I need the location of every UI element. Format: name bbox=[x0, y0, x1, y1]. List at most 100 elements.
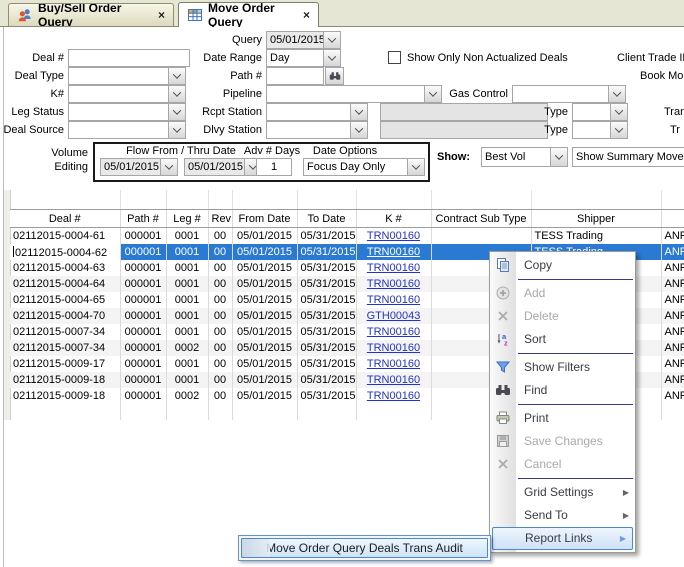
column-header-shipper[interactable]: Shipper bbox=[531, 210, 661, 228]
pipeline-label: Pipeline bbox=[180, 85, 262, 103]
contract-link[interactable]: TRN00160 bbox=[367, 262, 420, 274]
show-summary-move-button[interactable]: Show Summary Move bbox=[572, 147, 684, 167]
menu-item-add: Add bbox=[490, 282, 635, 305]
text-caret bbox=[13, 246, 14, 257]
column-header-path[interactable]: Path # bbox=[120, 210, 166, 228]
submenu-arrow-icon: ▶ bbox=[623, 504, 629, 527]
menu-item-find[interactable]: Find bbox=[490, 379, 635, 402]
gas-control-combo[interactable] bbox=[512, 85, 626, 103]
menu-item-delete: Delete bbox=[490, 305, 635, 328]
query-date-combo[interactable]: 05/01/2015 bbox=[266, 31, 341, 49]
show-mode-combo[interactable]: Best Vol bbox=[481, 147, 568, 167]
chevron-down-icon[interactable] bbox=[350, 122, 367, 138]
date-range-combo[interactable]: Day bbox=[266, 49, 341, 67]
dlvy-station-combo[interactable] bbox=[266, 121, 368, 139]
show-only-non-actualized-checkbox[interactable] bbox=[388, 51, 401, 64]
column-header-contract-sub-type[interactable]: Contract Sub Type bbox=[431, 210, 531, 228]
leg-status-label: Leg Status bbox=[0, 103, 64, 121]
adv-days-input[interactable] bbox=[256, 158, 292, 176]
chevron-down-icon[interactable] bbox=[160, 159, 177, 175]
column-header-rev[interactable]: Rev bbox=[208, 210, 232, 228]
tab-buy-sell-order-query[interactable]: Buy/Sell Order Query × bbox=[8, 3, 174, 26]
tab-strip-border bbox=[0, 26, 684, 27]
column-header-deal[interactable]: Deal # bbox=[10, 210, 120, 228]
chevron-down-icon[interactable] bbox=[424, 86, 441, 102]
chevron-down-icon[interactable] bbox=[608, 86, 625, 102]
transport-label: Tran bbox=[664, 103, 684, 121]
dlvy-type-label: Type bbox=[540, 121, 568, 139]
contract-link[interactable]: TRN00160 bbox=[367, 358, 420, 370]
flow-from-thru-date-label: Flow From / Thru Date bbox=[100, 145, 262, 157]
cancel-icon bbox=[495, 456, 511, 472]
rcpt-type-combo[interactable] bbox=[572, 103, 628, 121]
sort-az-icon: a z bbox=[495, 331, 511, 347]
dlvy-type-combo[interactable] bbox=[572, 121, 628, 139]
contract-link[interactable]: TRN00160 bbox=[367, 278, 420, 290]
contract-link[interactable]: TRN00160 bbox=[367, 294, 420, 306]
menu-item-save-changes: Save Changes bbox=[490, 430, 635, 453]
dlvy-station-name-field bbox=[380, 121, 548, 139]
chevron-down-icon[interactable] bbox=[350, 104, 367, 120]
deal-source-label: Deal Source bbox=[0, 121, 64, 139]
close-icon[interactable]: × bbox=[303, 8, 310, 22]
contract-link[interactable]: TRN00160 bbox=[367, 342, 420, 354]
printer-icon bbox=[495, 410, 511, 426]
contract-link[interactable]: TRN00160 bbox=[367, 246, 420, 258]
book-move-label: Book Mo bbox=[640, 67, 683, 85]
contract-link[interactable]: GTH00043 bbox=[367, 310, 421, 322]
menu-item-report-links[interactable]: Report Links ▶ bbox=[492, 527, 633, 550]
menu-item-copy[interactable]: Copy bbox=[490, 254, 635, 277]
column-header-leg[interactable]: Leg # bbox=[166, 210, 208, 228]
menu-item-grid-settings[interactable]: Grid Settings ▶ bbox=[490, 481, 635, 504]
menu-separator bbox=[518, 404, 633, 405]
deal-type-combo[interactable] bbox=[68, 67, 186, 85]
move-order-query-window: Buy/Sell Order Query × Move Order Query … bbox=[0, 0, 684, 567]
column-header-pipeline[interactable] bbox=[661, 210, 684, 228]
contract-link[interactable]: TRN00160 bbox=[367, 326, 420, 338]
flow-from-date-combo[interactable]: 05/01/2015 bbox=[100, 158, 178, 176]
deal-source-combo[interactable] bbox=[68, 121, 186, 139]
leg-status-combo[interactable] bbox=[68, 103, 186, 121]
tab-move-order-query[interactable]: Move Order Query × bbox=[178, 2, 319, 27]
date-options-combo[interactable]: Focus Day Only bbox=[303, 158, 425, 176]
query-label: Query bbox=[180, 31, 262, 49]
save-icon bbox=[495, 433, 511, 449]
contract-link[interactable]: TRN00160 bbox=[367, 230, 420, 242]
chevron-down-icon[interactable] bbox=[610, 122, 627, 138]
menu-item-show-filters[interactable]: Show Filters bbox=[490, 356, 635, 379]
deal-number-input[interactable] bbox=[68, 49, 190, 67]
adv-days-label: Adv # Days bbox=[240, 145, 304, 157]
deal-number-label: Deal # bbox=[0, 49, 64, 67]
menu-separator bbox=[518, 478, 633, 479]
close-icon[interactable]: × bbox=[158, 8, 165, 22]
menu-item-sort[interactable]: a z Sort bbox=[490, 328, 635, 351]
menu-item-send-to[interactable]: Send To ▶ bbox=[490, 504, 635, 527]
show-label: Show: bbox=[437, 148, 470, 166]
chevron-down-icon[interactable] bbox=[323, 32, 340, 48]
volume-label: Volume bbox=[20, 147, 88, 159]
path-number-input[interactable] bbox=[266, 67, 324, 85]
pipeline-combo[interactable] bbox=[266, 85, 442, 103]
submenu-arrow-icon: ▶ bbox=[623, 481, 629, 504]
contract-link[interactable]: TRN00160 bbox=[367, 390, 420, 402]
k-number-combo[interactable] bbox=[68, 85, 186, 103]
rcpt-station-combo[interactable] bbox=[266, 103, 368, 121]
menu-item-print[interactable]: Print bbox=[490, 407, 635, 430]
chevron-down-icon[interactable] bbox=[407, 159, 424, 175]
menu-separator bbox=[518, 279, 633, 280]
chevron-down-icon[interactable] bbox=[323, 50, 340, 66]
contract-link[interactable]: TRN00160 bbox=[367, 374, 420, 386]
column-header-to-date[interactable]: To Date bbox=[297, 210, 356, 228]
date-range-label: Date Range bbox=[180, 49, 262, 67]
path-search-button[interactable] bbox=[325, 67, 344, 85]
k-number-label: K# bbox=[0, 85, 64, 103]
date-options-label: Date Options bbox=[303, 145, 387, 157]
column-header-k[interactable]: K # bbox=[356, 210, 431, 228]
filter-icon bbox=[495, 359, 511, 375]
flow-thru-date-combo[interactable]: 05/01/2015 bbox=[184, 158, 262, 176]
chevron-down-icon[interactable] bbox=[610, 104, 627, 120]
chevron-down-icon[interactable] bbox=[550, 148, 567, 166]
column-header-from-date[interactable]: From Date bbox=[232, 210, 297, 228]
submenu-item-move-order-query-deals-trans-audit[interactable]: Move Order Query Deals Trans Audit bbox=[241, 538, 488, 558]
table-row[interactable]: 02112015-0004-61 000001 0001 00 05/01/20… bbox=[10, 228, 684, 245]
